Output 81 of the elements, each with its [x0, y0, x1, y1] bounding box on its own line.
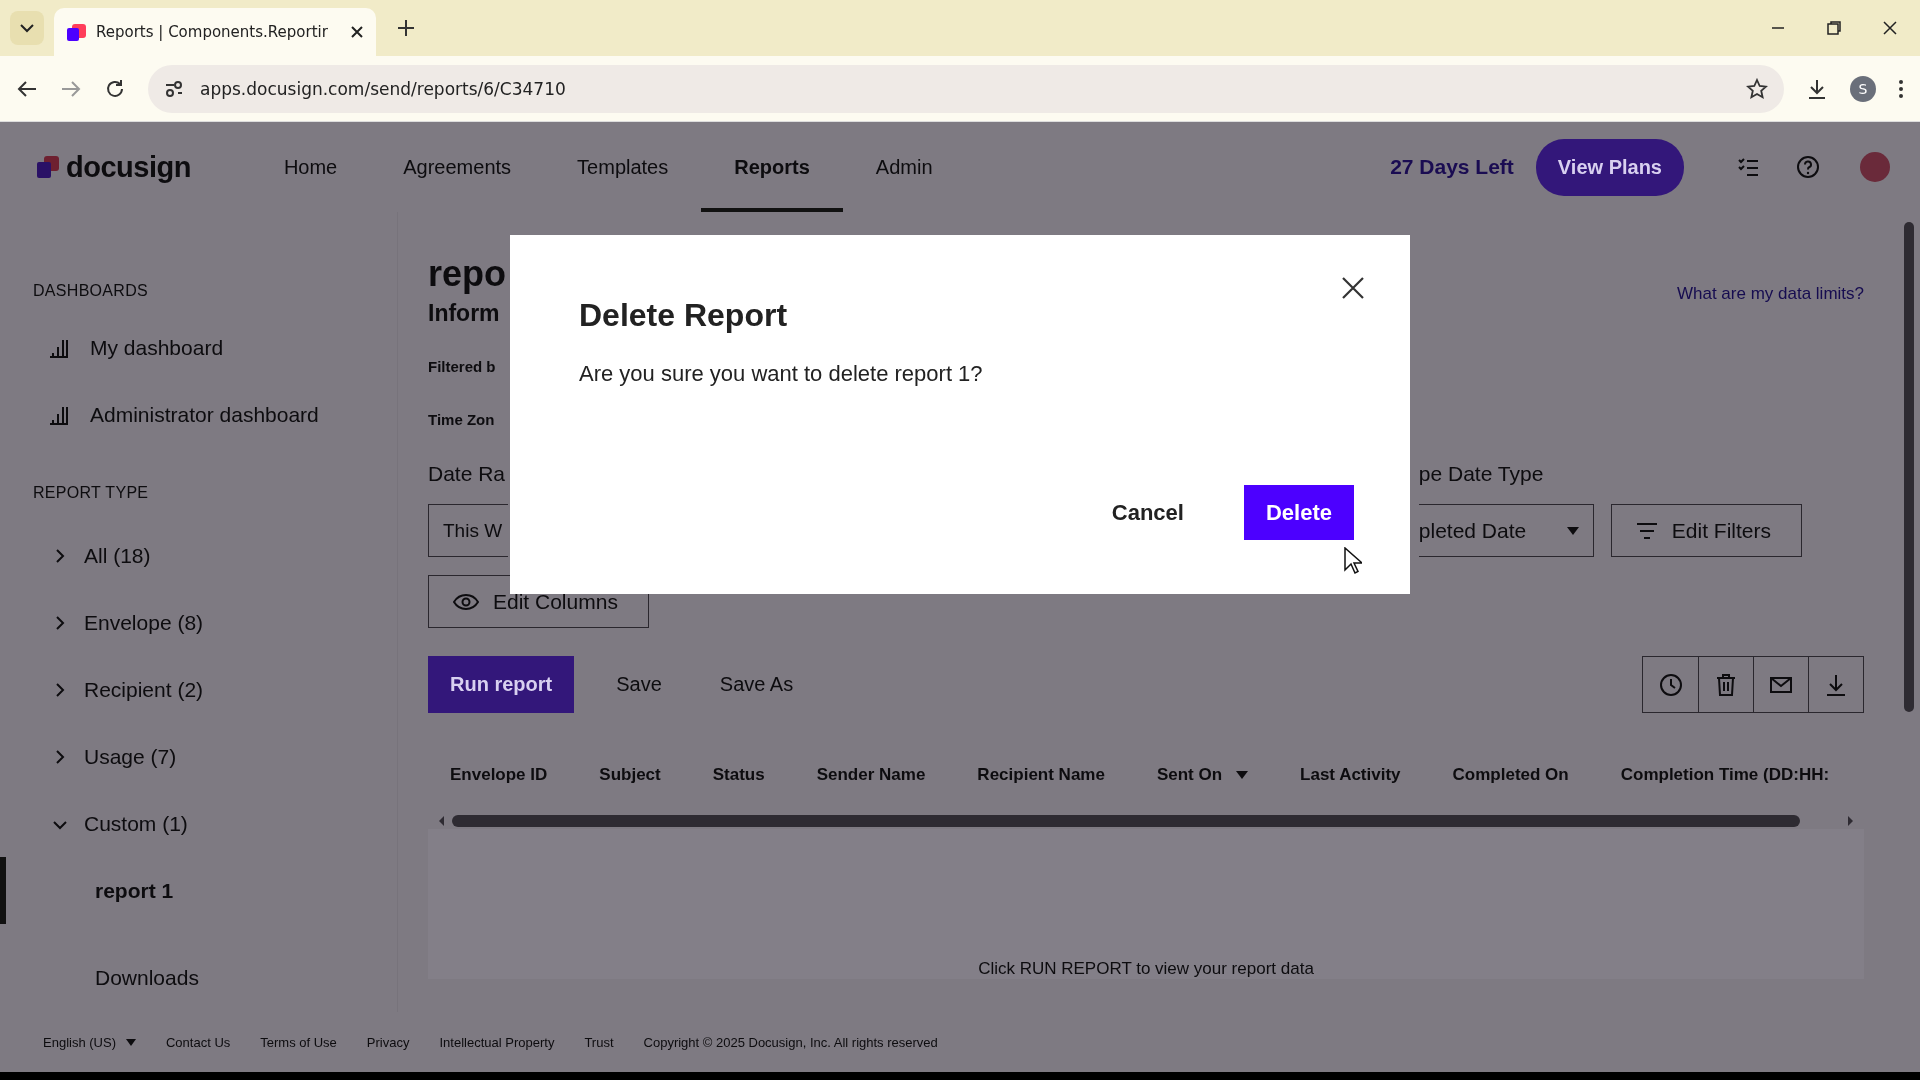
dialog-title: Delete Report	[579, 296, 789, 335]
eye-icon	[453, 592, 479, 611]
delete-button[interactable]: Delete	[1243, 485, 1354, 540]
dialog-message: Are you sure you want to delete report 1?	[579, 361, 984, 387]
save-button[interactable]: Save	[600, 663, 678, 706]
filter-summary: Filtered b	[428, 358, 496, 375]
nav-tab[interactable]: Reports	[701, 122, 843, 212]
column-header[interactable]: Status	[712, 765, 765, 785]
footer-link[interactable]: Trust	[584, 1034, 614, 1050]
column-header[interactable]: Completion Time (DD:HH:	[1620, 765, 1830, 785]
column-header[interactable]: Recipient Name	[977, 765, 1105, 785]
caret-icon	[1566, 526, 1579, 535]
trash-icon	[1714, 672, 1738, 697]
trial-days-left: 27 Days Left	[1390, 155, 1514, 179]
filter-icon	[1635, 521, 1658, 540]
column-header[interactable]: Last Activity	[1300, 765, 1401, 785]
nav-tab[interactable]: Home	[250, 122, 371, 212]
report-type-item[interactable]: Custom (1)	[84, 811, 188, 836]
report-type-item[interactable]: Recipient (2)	[84, 677, 204, 702]
footer-link[interactable]: Privacy	[366, 1034, 410, 1050]
nav-tab[interactable]: Templates	[544, 122, 702, 212]
footer-link[interactable]: Terms of Use	[260, 1034, 337, 1050]
browser-tab[interactable]: Reports | Components.Reportir	[54, 8, 376, 56]
section-heading: REPORT TYPE	[32, 484, 150, 503]
nav-tab[interactable]: Agreements	[370, 122, 545, 212]
mouse-pointer-icon	[1344, 547, 1362, 575]
column-header[interactable]: Envelope ID	[450, 765, 548, 785]
report-title: repo	[428, 252, 506, 296]
help-icon[interactable]	[1796, 155, 1820, 179]
logo-mark-icon	[36, 155, 60, 179]
column-header[interactable]: Subject	[599, 765, 661, 785]
column-header[interactable]: Sender Name	[816, 765, 926, 785]
checklist-icon[interactable]	[1736, 155, 1760, 179]
copyright-text: Copyright © 2025 Docusign, Inc. All rights reserved	[643, 1034, 938, 1050]
more-menu-icon[interactable]	[1898, 78, 1904, 99]
app-logo[interactable]: docusign	[66, 150, 191, 184]
close-icon[interactable]	[350, 25, 364, 39]
url-text: apps.docusign.com/send/reports/6/C34710	[200, 78, 567, 99]
report-type-item[interactable]: Usage (7)	[84, 744, 177, 769]
restore-icon[interactable]	[1826, 20, 1842, 36]
empty-state-message: Click RUN REPORT to view your report data	[978, 959, 1314, 979]
footer-link[interactable]: Contact Us	[165, 1034, 231, 1050]
save-button[interactable]: Save As	[703, 663, 810, 706]
report-type-item[interactable]: All (18)	[84, 543, 151, 568]
download-icon[interactable]	[1806, 77, 1828, 100]
close-icon[interactable]	[1882, 20, 1898, 36]
column-header[interactable]: Completed On	[1452, 765, 1569, 785]
date-type-dropdown[interactable]: pleted Date	[1418, 504, 1594, 557]
date-range-field[interactable]: This W	[428, 504, 508, 557]
field-label: Date Ra	[428, 462, 506, 486]
field-label: pe Date Type	[1418, 462, 1544, 486]
dropdown-icon[interactable]	[10, 11, 44, 45]
vertical-scrollbar[interactable]	[1904, 222, 1914, 712]
download-icon	[1824, 672, 1848, 697]
report-type-item[interactable]: Envelope (8)	[84, 610, 204, 635]
sidebar-link[interactable]: Administrator dashboard	[90, 402, 319, 427]
footer-link[interactable]: Intellectual Property	[439, 1034, 555, 1050]
report-item[interactable]: report 1	[0, 857, 397, 924]
reload-icon[interactable]	[104, 77, 126, 100]
column-header[interactable]: Sent On	[1156, 765, 1249, 785]
data-limits-link[interactable]: What are my data limits?	[1676, 284, 1864, 328]
address-bar[interactable]: apps.docusign.com/send/reports/6/C34710	[148, 64, 1784, 113]
sidebar-link[interactable]: My dashboard	[90, 335, 224, 360]
view-plans-button[interactable]: View Plans	[1535, 138, 1684, 196]
app-logo-icon	[66, 22, 86, 42]
user-avatar[interactable]	[1860, 152, 1890, 182]
sidebar-link[interactable]: Downloads	[0, 924, 397, 990]
close-icon	[1342, 277, 1364, 299]
run-report-button[interactable]: Run report	[428, 656, 575, 713]
language-selector[interactable]: English (US)	[43, 1034, 136, 1050]
history-icon	[1658, 672, 1683, 697]
tab-title: Reports | Components.Reportir	[96, 23, 329, 41]
time-zone-label: Time Zon	[428, 411, 495, 428]
caret-icon	[125, 1038, 136, 1046]
bookmark-star-icon[interactable]	[1746, 77, 1768, 100]
site-settings-icon[interactable]	[164, 78, 184, 99]
nav-tab[interactable]: Admin	[842, 122, 966, 212]
section-heading: DASHBOARDS	[32, 282, 150, 301]
report-subtitle: Inform	[428, 299, 500, 328]
profile-avatar[interactable]: S	[1850, 75, 1876, 102]
edit-filters-button[interactable]: Edit Filters	[1610, 504, 1802, 557]
